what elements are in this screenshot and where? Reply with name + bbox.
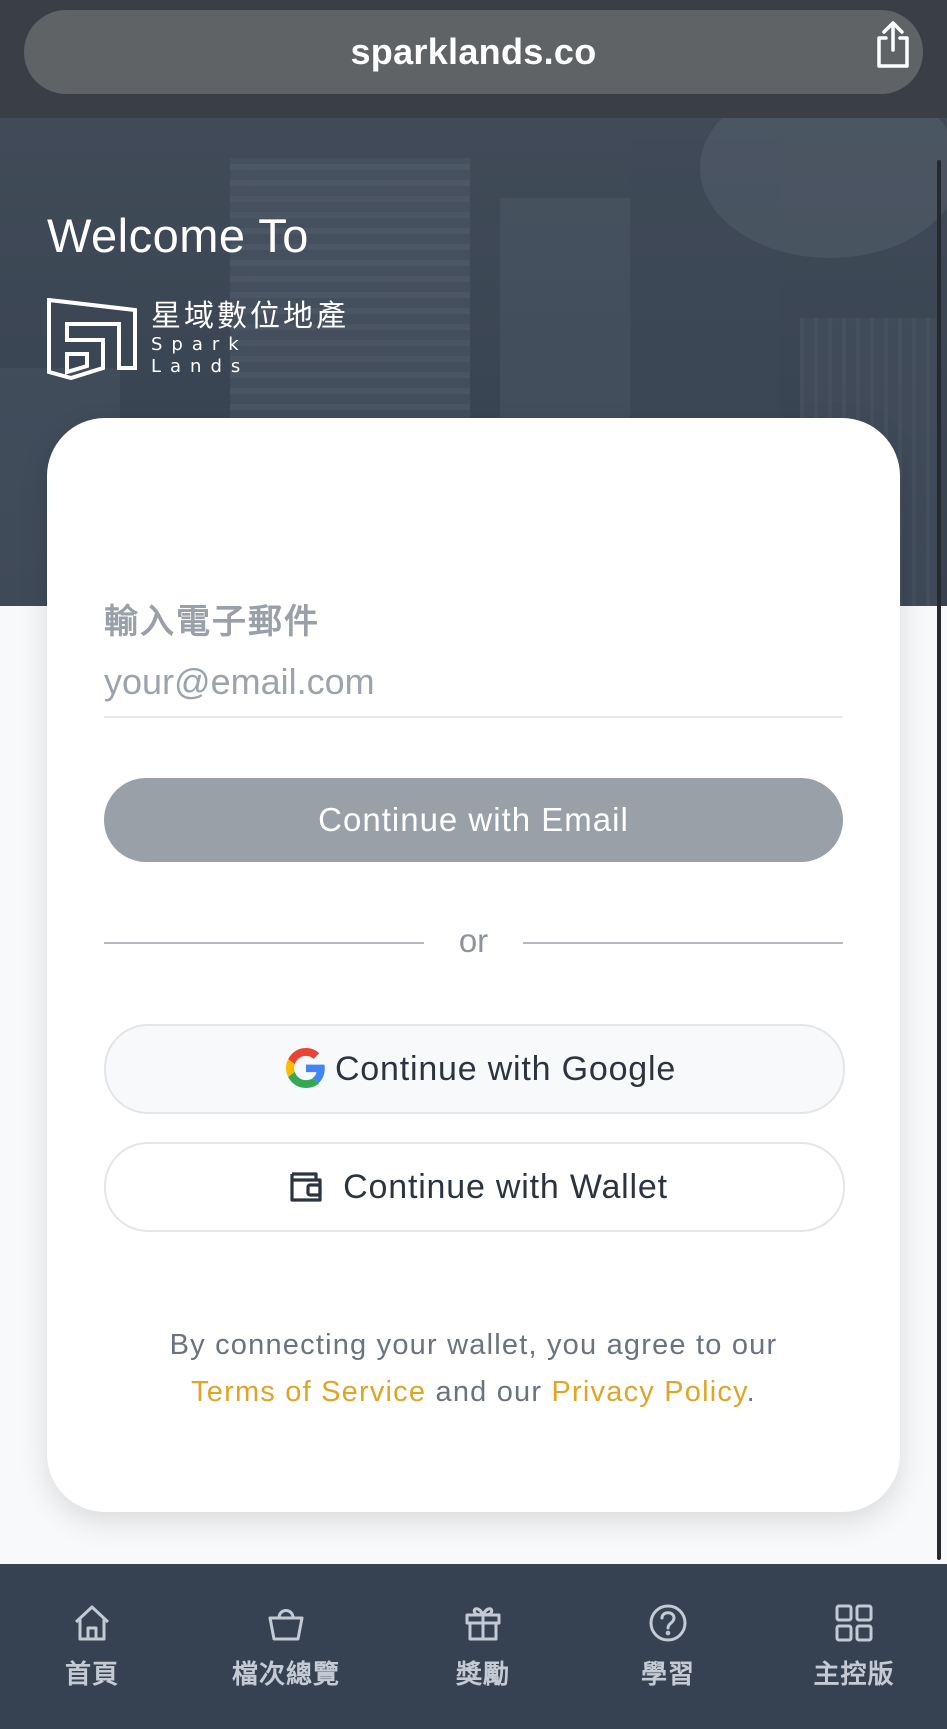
url-field[interactable]: sparklands.co [24,10,923,94]
logo-english-text: Spark Lands [151,334,250,377]
continue-with-email-button[interactable]: Continue with Email [104,778,843,862]
continue-with-wallet-label: Continue with Wallet [343,1167,668,1206]
tab-dashboard[interactable]: 主控版 [784,1602,924,1691]
legal-prefix-text: By connecting your wallet, you agree to … [169,1329,778,1361]
continue-with-google-label: Continue with Google [334,1049,677,1088]
tab-learn-label: 學習 [640,1659,695,1689]
email-input[interactable] [104,648,843,718]
dashboard-grid-icon [835,1604,873,1642]
page-scrollbar[interactable] [937,160,941,1560]
home-icon [74,1605,110,1641]
tab-overview-label: 檔次總覽 [231,1659,340,1689]
divider-or-text: or [458,922,489,959]
welcome-heading: Welcome To [47,209,309,262]
spark-lands-logo: 星域數位地產 Spark Lands [47,298,357,380]
continue-with-wallet-button[interactable]: Continue with Wallet [104,1142,845,1232]
continue-with-google-button[interactable]: Continue with Google [104,1024,845,1114]
share-icon[interactable] [871,20,915,70]
basket-icon [268,1609,304,1641]
spark-lands-logo-mark [47,298,137,380]
tab-learn[interactable]: 學習 [598,1602,738,1691]
legal-and-text: and our [435,1376,543,1408]
tab-dashboard-label: 主控版 [813,1659,895,1689]
wallet-icon [286,1166,326,1206]
terms-of-service-link[interactable]: Terms of Service [191,1376,426,1408]
logo-chinese-text: 星域數位地產 [151,300,349,333]
tab-home-label: 首頁 [64,1659,119,1689]
login-card: 輸入電子郵件 Continue with Email or Continue w… [47,418,900,1512]
question-icon [649,1604,687,1642]
tab-rewards-label: 獎勵 [455,1659,510,1689]
legal-period: . [746,1376,756,1408]
tab-overview[interactable]: 檔次總覽 [216,1602,356,1691]
legal-notice: By connecting your wallet, you agree to … [104,1322,843,1416]
email-label: 輸入電子郵件 [104,603,320,641]
privacy-policy-link[interactable]: Privacy Policy [552,1376,747,1408]
gift-icon [465,1607,501,1641]
divider-line-right [523,942,843,944]
tab-rewards[interactable]: 獎勵 [413,1602,553,1691]
bottom-tab-bar: 首頁 檔次總覽 獎勵 學習 主控版 [0,1564,947,1729]
url-text: sparklands.co [350,31,597,72]
google-icon [286,1048,326,1088]
tab-home[interactable]: 首頁 [22,1602,162,1691]
browser-address-bar: sparklands.co [0,0,947,119]
divider-line-left [104,942,424,944]
